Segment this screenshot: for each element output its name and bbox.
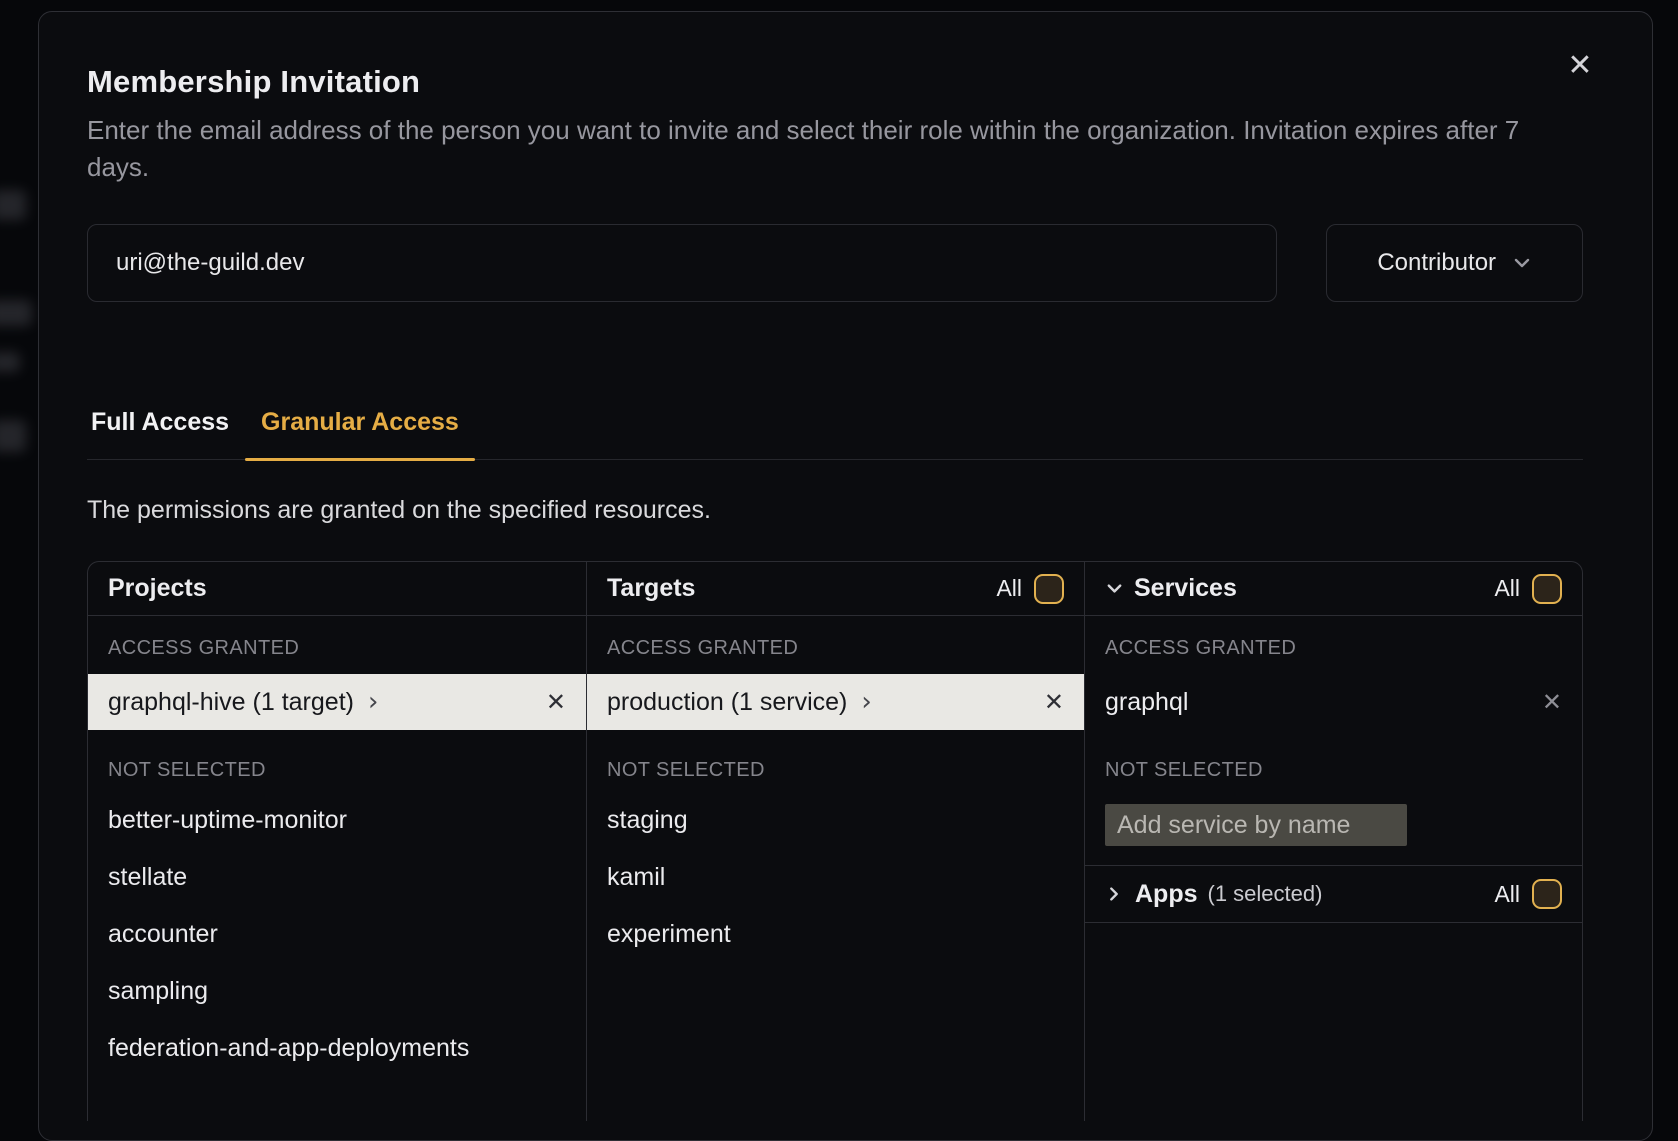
project-item[interactable]: accounter [88, 906, 586, 963]
selected-project-label: graphql-hive (1 target) [108, 688, 354, 717]
chevron-right-icon [1105, 885, 1123, 903]
remove-service-icon[interactable]: ✕ [1542, 688, 1562, 716]
not-selected-label: NOT SELECTED [607, 758, 1064, 782]
access-granted-label: ACCESS GRANTED [108, 636, 566, 660]
chevron-right-icon: › [368, 689, 378, 715]
apps-section-row[interactable]: Apps (1 selected) All [1085, 866, 1582, 923]
selected-service-label: graphql [1105, 688, 1188, 717]
apps-all-group: All [1494, 879, 1562, 909]
services-column: Services All ACCESS GRANTED graphql ✕ NO… [1084, 562, 1582, 1121]
membership-invitation-dialog: ✕ Membership Invitation Enter the email … [38, 11, 1653, 1141]
resource-picker: Projects ACCESS GRANTED graphql-hive (1 … [87, 561, 1583, 1121]
projects-column: Projects ACCESS GRANTED graphql-hive (1 … [88, 562, 586, 1121]
background-artifact [0, 420, 26, 452]
targets-all-label: All [996, 575, 1022, 602]
remove-project-icon[interactable]: ✕ [546, 688, 566, 716]
services-all-checkbox[interactable] [1532, 574, 1562, 604]
tab-full-access[interactable]: Full Access [87, 408, 245, 459]
apps-count-label: (1 selected) [1208, 881, 1323, 907]
project-item[interactable]: federation-and-app-deployments [88, 1020, 586, 1077]
invite-form-row: Contributor [87, 224, 1583, 302]
access-tabs: Full Access Granular Access [87, 408, 1583, 460]
selected-service-row[interactable]: graphql ✕ [1085, 674, 1582, 730]
role-select-value: Contributor [1377, 249, 1496, 277]
apps-label: Apps [1135, 880, 1198, 909]
target-item[interactable]: kamil [587, 849, 1084, 906]
not-selected-label: NOT SELECTED [1105, 758, 1562, 782]
background-artifact [0, 300, 32, 326]
role-select[interactable]: Contributor [1326, 224, 1583, 302]
permissions-note: The permissions are granted on the speci… [87, 496, 1583, 525]
projects-list: better-uptime-monitor stellate accounter… [88, 792, 586, 1077]
background-artifact [0, 190, 26, 220]
dialog-title: Membership Invitation [87, 64, 1583, 100]
access-granted-label: ACCESS GRANTED [1105, 636, 1562, 660]
services-all-group: All [1494, 574, 1562, 604]
tab-granular-access[interactable]: Granular Access [245, 408, 475, 459]
selected-project-row[interactable]: graphql-hive (1 target) › ✕ [88, 674, 586, 730]
targets-list: staging kamil experiment [587, 792, 1084, 963]
chevron-down-icon [1105, 579, 1124, 598]
dialog-description: Enter the email address of the person yo… [87, 112, 1583, 186]
background-artifact [0, 352, 20, 372]
chevron-right-icon: › [861, 689, 871, 715]
selected-target-label: production (1 service) [607, 688, 847, 717]
not-selected-label: NOT SELECTED [108, 758, 566, 782]
services-body: ACCESS GRANTED graphql ✕ NOT SELECTED [1085, 636, 1582, 866]
target-item[interactable]: staging [587, 792, 1084, 849]
access-granted-label: ACCESS GRANTED [607, 636, 1064, 660]
project-item[interactable]: better-uptime-monitor [88, 792, 586, 849]
services-header-label: Services [1134, 574, 1237, 603]
close-icon[interactable]: ✕ [1560, 46, 1600, 86]
services-header[interactable]: Services All [1085, 562, 1582, 616]
targets-header: Targets All [587, 562, 1084, 616]
projects-header: Projects [88, 562, 586, 616]
targets-header-label: Targets [607, 574, 695, 603]
email-input[interactable] [87, 224, 1277, 302]
targets-all-checkbox[interactable] [1034, 574, 1064, 604]
add-service-input[interactable] [1105, 804, 1407, 846]
target-item[interactable]: experiment [587, 906, 1084, 963]
selected-target-row[interactable]: production (1 service) › ✕ [587, 674, 1084, 730]
apps-all-checkbox[interactable] [1532, 879, 1562, 909]
remove-target-icon[interactable]: ✕ [1044, 688, 1064, 716]
targets-all-group: All [996, 574, 1064, 604]
chevron-down-icon [1512, 253, 1532, 273]
apps-all-label: All [1494, 881, 1520, 908]
projects-header-label: Projects [108, 574, 207, 603]
project-item[interactable]: stellate [88, 849, 586, 906]
project-item[interactable]: sampling [88, 963, 586, 1020]
targets-column: Targets All ACCESS GRANTED production (1… [586, 562, 1084, 1121]
services-all-label: All [1494, 575, 1520, 602]
